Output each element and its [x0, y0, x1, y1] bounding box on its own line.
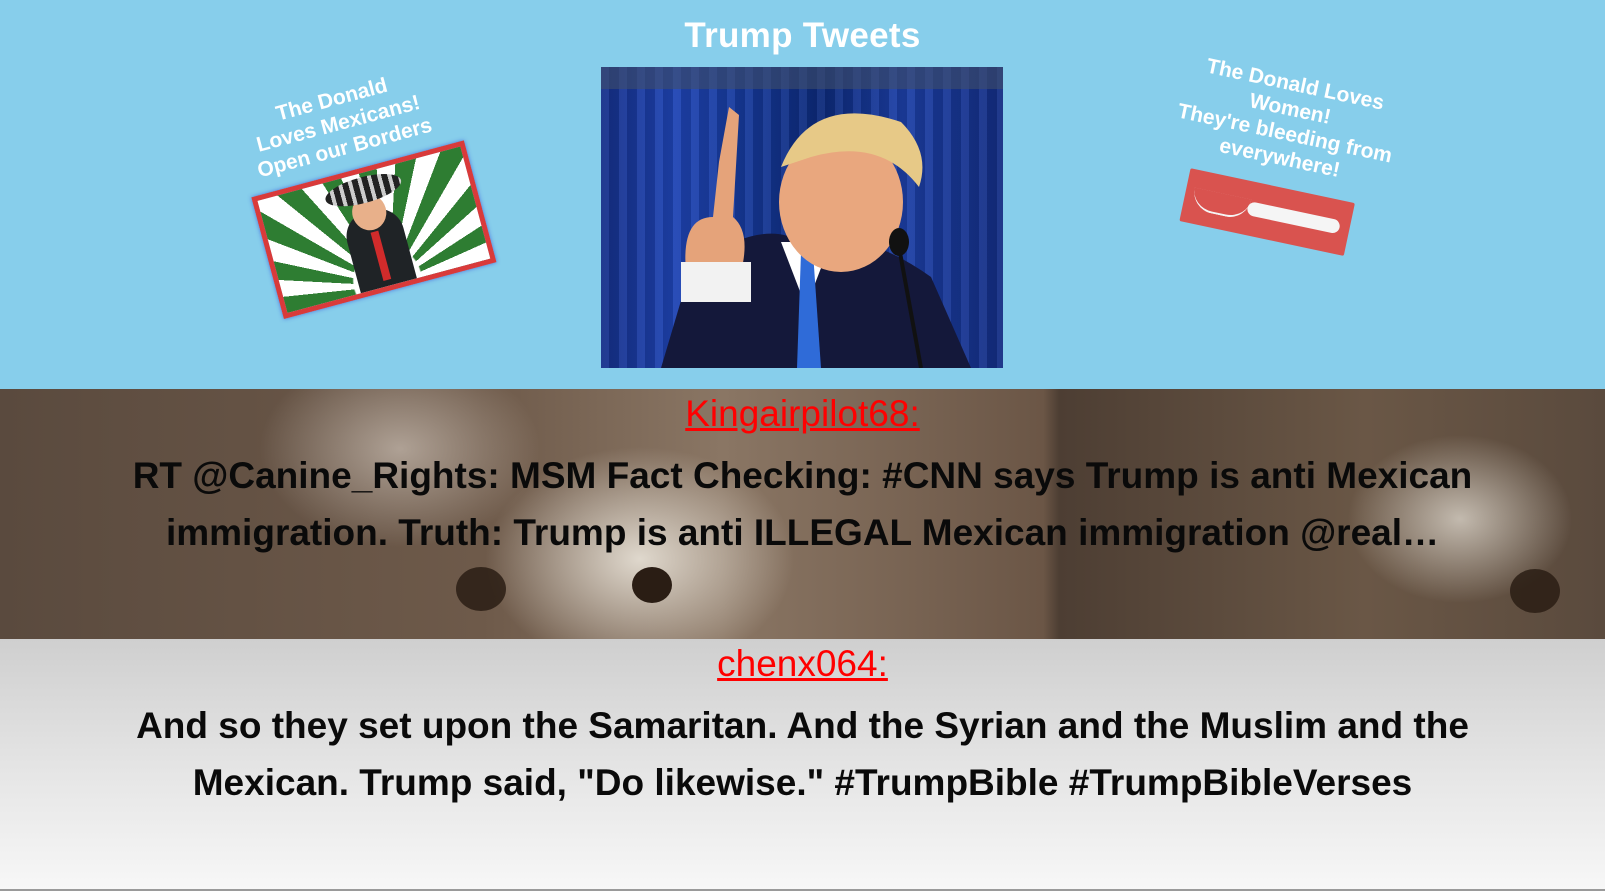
- page-title: Trump Tweets: [684, 16, 921, 55]
- left-promo-card[interactable]: The Donald Loves Mexicans! Open our Bord…: [212, 53, 501, 328]
- header-banner: Trump Tweets The Donald Loves Mexicans! …: [0, 0, 1605, 389]
- tweet-text: RT @Canine_Rights: MSM Fact Checking: #C…: [132, 455, 1473, 553]
- speaker-figure: [661, 107, 971, 368]
- tweet-card-2: chenx064: And so they set upon the Samar…: [0, 639, 1605, 889]
- dog-eye: [632, 567, 672, 603]
- tweet-text: And so they set upon the Samaritan. And …: [136, 705, 1469, 803]
- tampon-string: [1190, 187, 1252, 222]
- trump-photo: [601, 67, 1003, 368]
- dog-eye: [456, 567, 506, 611]
- tweet-username-link[interactable]: chenx064:: [0, 643, 1605, 685]
- dog-eye: [1510, 569, 1560, 613]
- tweet-username-link[interactable]: Kingairpilot68:: [0, 393, 1605, 435]
- right-promo-card[interactable]: The Donald Loves Women! They're bleeding…: [1130, 46, 1420, 313]
- tampon-icon: [1246, 201, 1341, 235]
- tweet-card-1: Kingairpilot68: RT @Canine_Rights: MSM F…: [0, 389, 1605, 639]
